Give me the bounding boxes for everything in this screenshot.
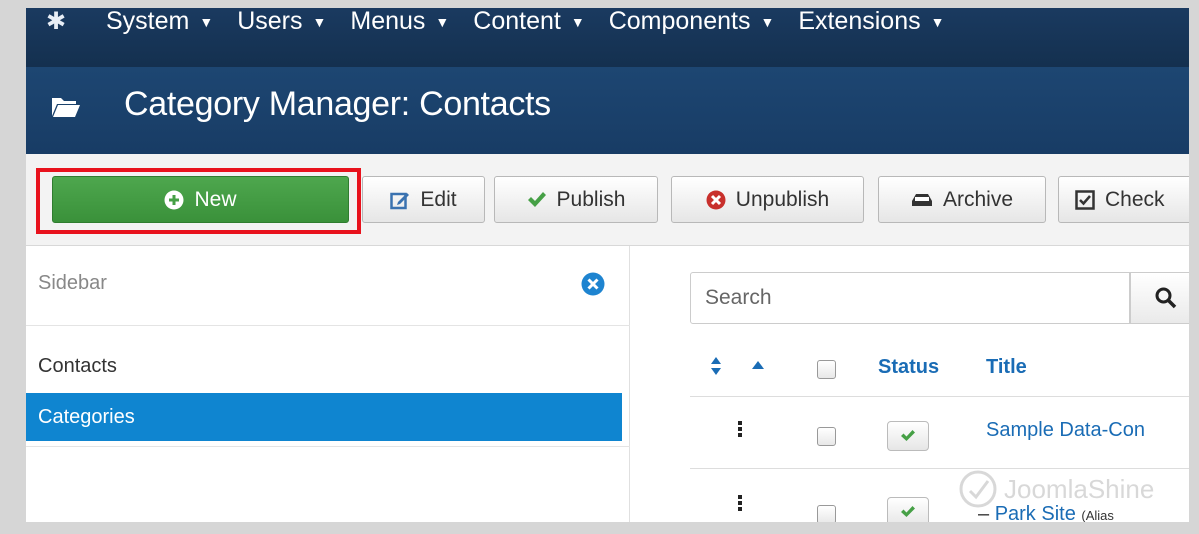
sort-icon[interactable]: [710, 356, 722, 376]
caret-down-icon: ▼: [435, 13, 450, 30]
published-toggle[interactable]: [887, 497, 929, 522]
caret-up-icon[interactable]: [752, 361, 764, 369]
times-circle-icon: [706, 190, 726, 210]
title-column-header[interactable]: Title: [986, 356, 1027, 379]
sidebar-divider: [26, 446, 630, 447]
joomla-logo-icon[interactable]: ✱: [46, 8, 82, 36]
page-title: Category Manager: Contacts: [124, 85, 551, 123]
unpublish-button-label: Unpublish: [735, 187, 830, 211]
publish-button[interactable]: Publish: [494, 176, 658, 223]
edit-button[interactable]: Edit: [362, 176, 485, 223]
nav-item-extensions[interactable]: Extensions ▼: [798, 8, 944, 36]
caret-down-icon: ▼: [312, 13, 327, 30]
nav-item-system[interactable]: System ▼: [106, 8, 213, 36]
check-icon: [901, 430, 915, 441]
caret-down-icon: ▼: [760, 13, 775, 30]
row-checkbox[interactable]: [817, 505, 836, 522]
search-button[interactable]: [1130, 272, 1189, 324]
checkin-button[interactable]: Check: [1058, 176, 1189, 223]
table-row: Sample Data-Con: [690, 396, 1189, 468]
sidebar: Sidebar Contacts Categories: [26, 246, 630, 522]
sidebar-item-categories[interactable]: Categories: [26, 393, 622, 441]
drag-handle-icon[interactable]: [738, 495, 742, 513]
caret-down-icon: ▼: [930, 13, 945, 30]
edit-button-label: Edit: [420, 187, 457, 211]
row-checkbox[interactable]: [817, 427, 836, 446]
archive-icon: [911, 193, 933, 207]
nav-item-components[interactable]: Components ▼: [609, 8, 775, 36]
unpublish-button[interactable]: Unpublish: [671, 176, 864, 223]
sidebar-item-label: Categories: [38, 405, 135, 428]
drag-handle-icon[interactable]: [738, 421, 742, 439]
status-column-header[interactable]: Status: [878, 356, 939, 379]
checkin-button-label: Check: [1105, 187, 1165, 211]
watermark-logo-icon: [959, 470, 997, 508]
nav-item-menus[interactable]: Menus ▼: [350, 8, 449, 36]
archive-button-label: Archive: [942, 187, 1014, 211]
select-all-checkbox[interactable]: [817, 360, 836, 379]
sidebar-label: Sidebar: [38, 272, 107, 294]
search-icon: [1155, 287, 1177, 309]
nav-item-content[interactable]: Content ▼: [473, 8, 584, 36]
search-input[interactable]: [690, 272, 1130, 324]
archive-button[interactable]: Archive: [878, 176, 1046, 223]
published-toggle[interactable]: [887, 421, 929, 451]
watermark-text: JoomlaShine: [1004, 473, 1155, 504]
edit-icon: [390, 190, 410, 210]
sidebar-header: Sidebar: [26, 246, 630, 326]
app-frame: ✱ System ▼ Users ▼ Menus ▼ Content ▼ Compone…: [26, 8, 1189, 522]
highlight-box: [36, 168, 361, 234]
caret-down-icon: ▼: [570, 13, 585, 30]
toolbar: New Edit Publish Unpublish Archive Check: [26, 154, 1189, 246]
watermark: JoomlaShine: [958, 464, 1154, 514]
top-navbar: ✱ System ▼ Users ▼ Menus ▼ Content ▼ Compone…: [26, 8, 1189, 67]
nav-item-users[interactable]: Users ▼: [237, 8, 326, 36]
check-icon: [901, 506, 915, 517]
sidebar-item-label: Contacts: [38, 354, 117, 377]
table-header: Status Title: [690, 338, 1189, 398]
close-icon[interactable]: [581, 272, 605, 296]
folder-open-icon: [52, 98, 80, 117]
page-header: Category Manager: Contacts: [26, 67, 1189, 154]
publish-button-label: Publish: [556, 187, 626, 211]
sidebar-item-contacts[interactable]: Contacts: [26, 342, 622, 390]
check-icon: [527, 191, 547, 209]
caret-down-icon: ▼: [199, 13, 214, 30]
row-title-link[interactable]: Sample Data-Con: [986, 419, 1145, 442]
checkbox-icon: [1075, 189, 1095, 210]
